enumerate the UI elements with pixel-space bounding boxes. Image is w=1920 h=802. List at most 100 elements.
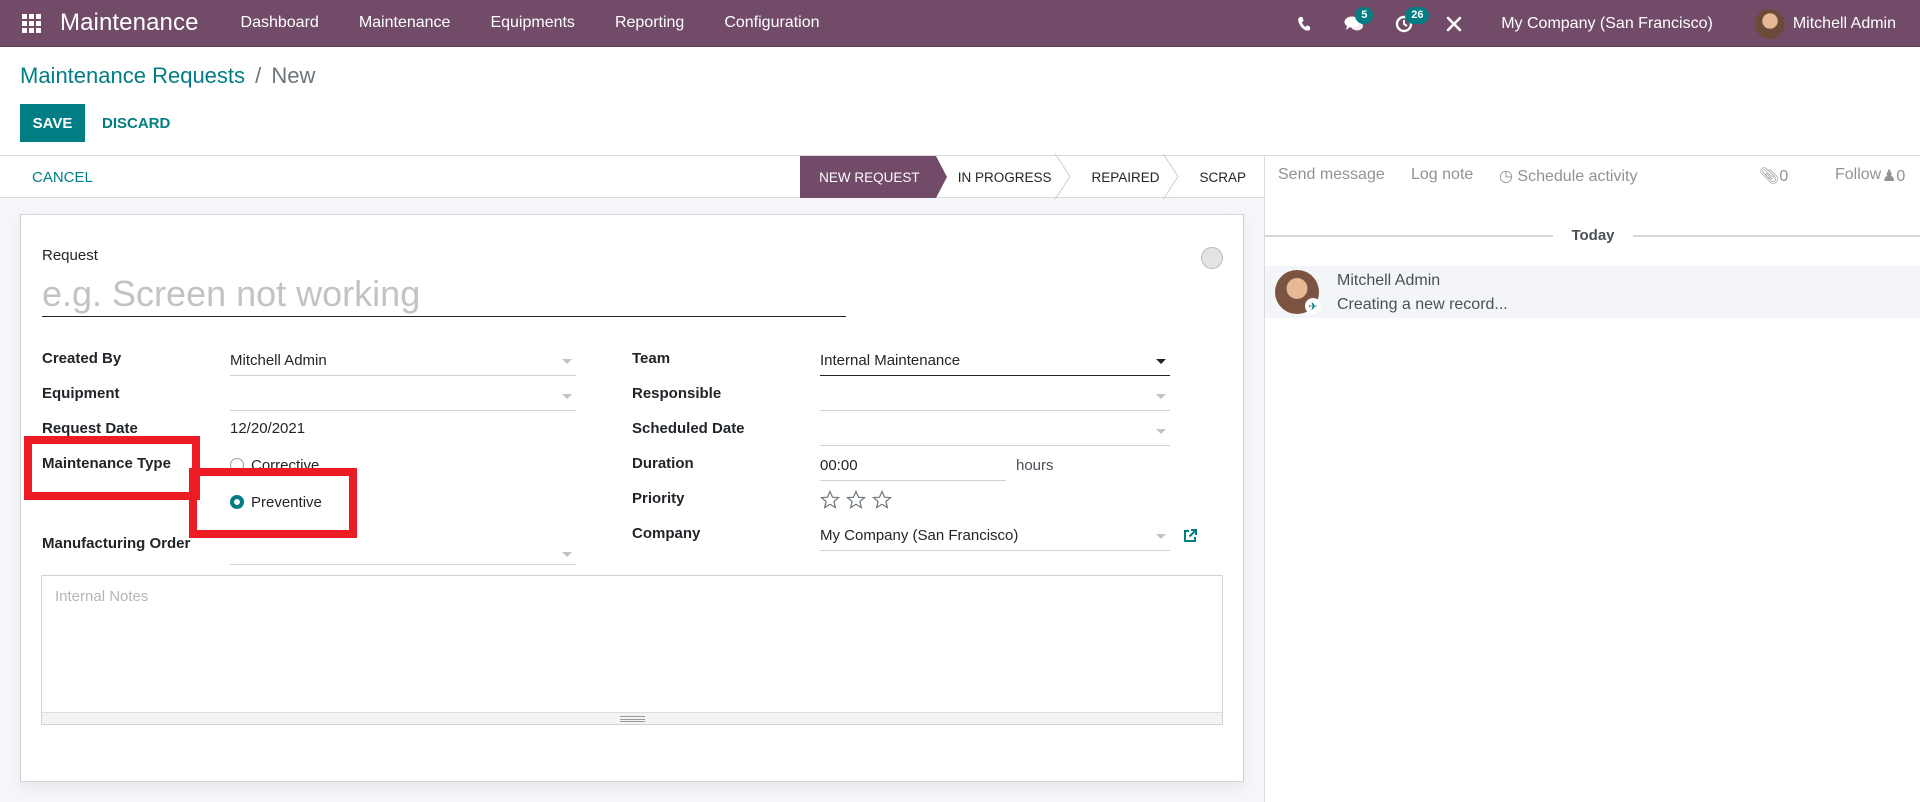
stage-pipeline: NEW REQUEST IN PROGRESS REPAIRED SCRAP — [800, 156, 1264, 198]
phone-icon[interactable] — [1289, 9, 1319, 39]
maintenance-type-label: Maintenance Type — [42, 455, 171, 472]
created-by-input[interactable]: Mitchell Admin — [230, 350, 576, 376]
menu-configuration[interactable]: Configuration — [704, 14, 839, 32]
user-menu[interactable]: Mitchell Admin — [1754, 8, 1896, 39]
user-avatar — [1754, 8, 1785, 39]
stage-scrap[interactable]: SCRAP — [1177, 156, 1264, 198]
equipment-label: Equipment — [42, 385, 120, 402]
company-switcher[interactable]: My Company (San Francisco) — [1501, 15, 1713, 33]
field-equipment: Equipment — [42, 385, 576, 411]
star-icon[interactable] — [872, 490, 892, 510]
equipment-input[interactable] — [230, 385, 576, 411]
scheduled-date-label: Scheduled Date — [632, 420, 745, 437]
save-button[interactable]: SAVE — [20, 104, 85, 142]
chatter-message: ✈︎ Mitchell Admin Creating a new record.… — [1265, 266, 1920, 318]
breadcrumb-separator: / — [255, 63, 262, 88]
external-link-icon[interactable] — [1182, 528, 1198, 544]
stage-in-progress[interactable]: IN PROGRESS — [936, 156, 1070, 198]
app-name[interactable]: Maintenance — [60, 9, 199, 37]
discard-button[interactable]: DISCARD — [92, 104, 180, 142]
control-panel: Maintenance Requests / New SAVE DISCARD — [0, 47, 1920, 156]
log-note-button[interactable]: Log note — [1411, 166, 1473, 184]
field-responsible: Responsible — [632, 385, 1170, 411]
field-created-by: Created By Mitchell Admin — [42, 350, 576, 376]
duration-input[interactable]: 00:00 — [820, 455, 1006, 481]
request-input[interactable] — [42, 271, 846, 317]
user-icon: ♟︎ — [1882, 168, 1897, 185]
radio-unchecked-icon — [230, 458, 244, 472]
breadcrumb-current: New — [271, 63, 316, 88]
responsible-label: Responsible — [632, 385, 722, 402]
breadcrumb: Maintenance Requests / New — [20, 63, 315, 89]
internal-notes-editor[interactable]: Internal Notes — [41, 575, 1223, 725]
statusbar: CANCEL NEW REQUEST IN PROGRESS REPAIRED … — [0, 156, 1264, 198]
stage-repaired[interactable]: REPAIRED — [1069, 156, 1177, 198]
team-input[interactable]: Internal Maintenance — [820, 350, 1170, 376]
messages-badge: 5 — [1355, 6, 1374, 24]
internal-notes-placeholder: Internal Notes — [55, 588, 149, 605]
follow-button[interactable]: Follow — [1835, 166, 1881, 184]
form-sheet: Request Created By Mitchell Admin Equipm… — [20, 214, 1244, 782]
stage-new-request[interactable]: NEW REQUEST — [800, 156, 947, 198]
created-by-label: Created By — [42, 350, 122, 367]
star-icon[interactable] — [846, 490, 866, 510]
request-date-label: Request Date — [42, 420, 138, 437]
schedule-activity-button[interactable]: ◷ Schedule activity — [1499, 166, 1637, 186]
chevron-down-icon — [562, 359, 572, 364]
message-body: Creating a new record... — [1337, 296, 1508, 313]
user-name: Mitchell Admin — [1792, 14, 1896, 32]
field-maintenance-type: Maintenance Type Corrective Preventive — [42, 455, 322, 512]
cancel-button[interactable]: CANCEL — [20, 156, 105, 198]
followers-button[interactable]: ♟︎0 — [1882, 166, 1905, 186]
duration-unit: hours — [1016, 457, 1054, 474]
field-team: Team Internal Maintenance — [632, 350, 1170, 376]
main-menu: Dashboard Maintenance Equipments Reporti… — [221, 14, 840, 32]
im-status-icon: ✈︎ — [1305, 298, 1321, 314]
message-author[interactable]: Mitchell Admin — [1337, 272, 1440, 290]
manufacturing-order-input[interactable] — [230, 543, 576, 565]
field-priority: Priority — [632, 490, 892, 510]
menu-dashboard[interactable]: Dashboard — [221, 14, 339, 32]
responsible-input[interactable] — [820, 385, 1170, 411]
scheduled-date-input[interactable] — [820, 420, 1170, 446]
systray: 5 26 My Company (San Francisco) Mitchell… — [1279, 0, 1920, 47]
paperclip-icon: 📎︎ — [1759, 168, 1780, 185]
radio-corrective[interactable]: Corrective — [230, 455, 322, 475]
tools-icon[interactable] — [1439, 9, 1469, 39]
radio-checked-icon — [230, 495, 244, 509]
maintenance-type-radio-group: Corrective Preventive — [230, 455, 322, 512]
priority-stars — [820, 490, 892, 510]
clock-icon: ◷ — [1499, 168, 1513, 185]
field-scheduled-date: Scheduled Date — [632, 420, 1170, 446]
field-duration: Duration 00:00 hours — [632, 455, 1054, 481]
chevron-down-icon — [1156, 429, 1166, 434]
star-icon[interactable] — [820, 490, 840, 510]
menu-equipments[interactable]: Equipments — [470, 14, 595, 32]
radio-preventive[interactable]: Preventive — [230, 492, 322, 512]
clock-activity-icon[interactable]: 26 — [1389, 6, 1430, 39]
form-area: CANCEL NEW REQUEST IN PROGRESS REPAIRED … — [0, 156, 1264, 802]
drag-handle-icon — [619, 715, 645, 722]
chatter-topbar: Send message Log note ◷ Schedule activit… — [1265, 156, 1920, 236]
resize-handle[interactable] — [42, 712, 1222, 724]
send-message-button[interactable]: Send message — [1278, 166, 1385, 184]
company-label: Company — [632, 525, 701, 542]
kanban-state-indicator[interactable] — [1201, 247, 1223, 269]
company-input[interactable]: My Company (San Francisco) — [820, 525, 1170, 551]
chevron-down-icon — [1156, 359, 1166, 364]
menu-reporting[interactable]: Reporting — [595, 14, 704, 32]
apps-grid-icon[interactable] — [20, 12, 42, 34]
field-request-date: Request Date 12/20/2021 — [42, 420, 305, 437]
breadcrumb-parent[interactable]: Maintenance Requests — [20, 63, 245, 88]
chevron-down-icon — [1156, 394, 1166, 399]
chevron-down-icon — [562, 552, 572, 557]
attachments-button[interactable]: 📎︎0 — [1759, 166, 1788, 186]
manufacturing-order-label: Manufacturing Order — [42, 535, 191, 552]
date-separator: Today — [1265, 227, 1920, 245]
priority-label: Priority — [632, 490, 685, 507]
request-label: Request — [42, 247, 98, 264]
menu-maintenance[interactable]: Maintenance — [339, 14, 471, 32]
chat-bubbles-icon[interactable]: 5 — [1339, 6, 1374, 39]
duration-label: Duration — [632, 455, 694, 472]
field-manufacturing-order: Manufacturing Order — [42, 535, 576, 565]
